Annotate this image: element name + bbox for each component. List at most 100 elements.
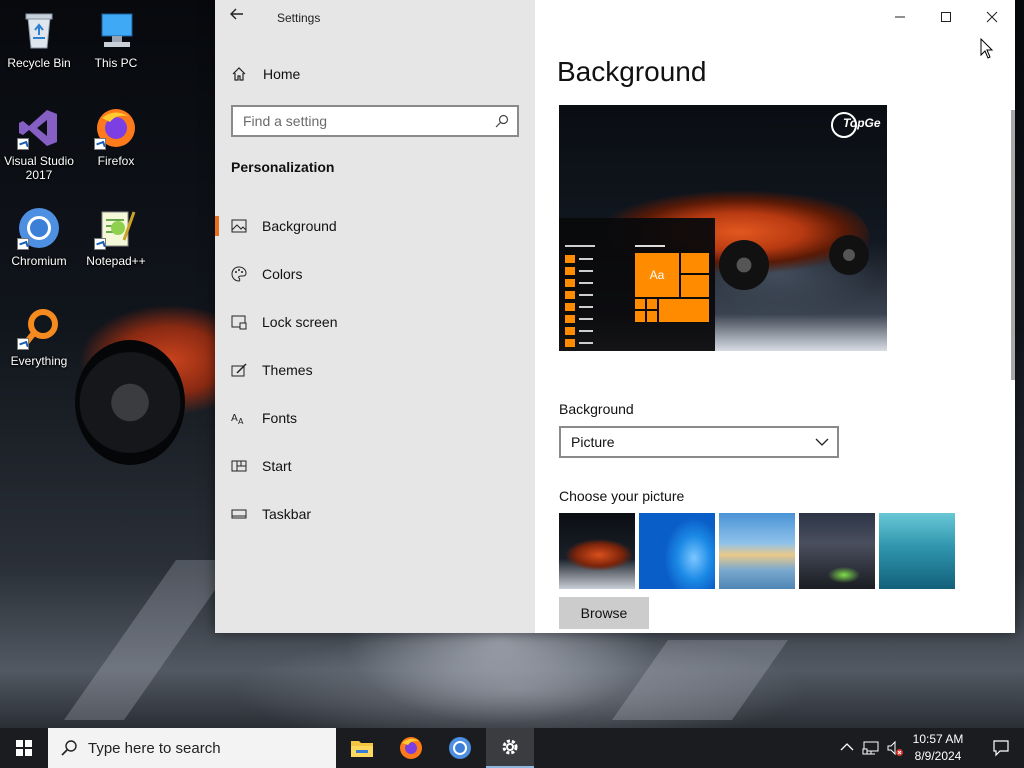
preview-tile: Aa [635, 253, 679, 297]
desktop-icon-label: Everything [10, 354, 68, 368]
desktop-icon-recycle-bin[interactable]: Recycle Bin [0, 8, 78, 70]
preview-wheel [719, 240, 769, 290]
taskbar-search-box[interactable]: Type here to search [48, 728, 336, 768]
taskbar-chromium[interactable] [436, 728, 484, 768]
picture-thumbnail-car[interactable] [559, 513, 635, 589]
dropdown-value: Picture [571, 434, 615, 450]
desktop-icon-label: Recycle Bin [7, 56, 71, 70]
desktop-icon-visual-studio[interactable]: Visual Studio 2017 [0, 106, 78, 182]
taskbar-file-explorer[interactable] [338, 728, 386, 768]
taskbar-clock[interactable]: 10:57 AM 8/9/2024 [906, 731, 970, 765]
nav-home[interactable]: Home [231, 62, 300, 86]
chromium-icon [17, 206, 61, 250]
preview-tile [681, 253, 709, 273]
preview-tile [681, 275, 709, 297]
settings-content-pane: Background TopGe Aa Background Picture C… [535, 0, 1015, 633]
preview-line [579, 306, 593, 308]
picture-thumbnail-windows[interactable] [639, 513, 715, 589]
preview-line [579, 342, 593, 344]
chromium-icon [449, 737, 471, 759]
nav-item-label: Themes [262, 362, 313, 378]
maximize-icon [941, 12, 951, 22]
chevron-down-icon [815, 438, 829, 446]
desktop-icon-everything[interactable]: Everything [0, 306, 78, 368]
nav-item-label: Start [262, 458, 292, 474]
background-type-dropdown[interactable]: Picture [559, 426, 839, 458]
svg-text:A: A [238, 417, 244, 426]
taskbar-search-placeholder: Type here to search [88, 739, 221, 757]
desktop-icon-chromium[interactable]: Chromium [0, 206, 78, 268]
choose-picture-label: Choose your picture [559, 488, 685, 504]
lock-screen-icon [231, 315, 247, 330]
back-button[interactable] [229, 6, 251, 28]
nav-item-lock-screen[interactable]: Lock screen [215, 302, 535, 342]
shortcut-arrow-icon [17, 138, 29, 150]
close-icon [986, 11, 998, 23]
preview-bar [565, 279, 575, 287]
preview-topline [635, 245, 665, 247]
taskbar-firefox[interactable] [387, 728, 435, 768]
nav-item-colors[interactable]: Colors [215, 254, 535, 294]
taskbar-settings[interactable] [486, 728, 534, 768]
preview-bar [565, 255, 575, 263]
preview-bar [565, 291, 575, 299]
action-center-button[interactable] [978, 728, 1024, 768]
background-icon [231, 219, 247, 233]
this-pc-icon [94, 8, 138, 52]
chevron-up-icon[interactable] [838, 739, 856, 757]
nav-item-label: Lock screen [262, 314, 338, 330]
search-icon [495, 114, 509, 128]
minimize-icon [895, 16, 905, 18]
desktop-icon-this-pc[interactable]: This PC [77, 8, 155, 70]
volume-muted-icon[interactable] [886, 739, 904, 757]
browse-button[interactable]: Browse [559, 597, 649, 629]
find-setting-search[interactable] [231, 105, 519, 137]
picture-thumbnail-beach[interactable] [719, 513, 795, 589]
settings-nav-pane: Settings Home Personalization Background… [215, 0, 535, 633]
desktop-icon-label: This PC [94, 56, 138, 70]
nav-item-start[interactable]: Start [215, 446, 535, 486]
mouse-cursor-icon [980, 38, 994, 59]
nav-item-taskbar[interactable]: Taskbar [215, 494, 535, 534]
background-preview: TopGe Aa [559, 105, 887, 351]
desktop-icon-firefox[interactable]: Firefox [77, 106, 155, 168]
find-setting-input[interactable] [233, 107, 483, 135]
desktop-icon-label: Notepad++ [86, 254, 146, 268]
picture-thumbnail-underwater[interactable] [879, 513, 955, 589]
themes-icon [231, 363, 247, 377]
nav-section-title: Personalization [231, 159, 335, 175]
shortcut-arrow-icon [94, 138, 106, 150]
content-scrollbar[interactable] [1011, 110, 1015, 380]
maximize-button[interactable] [923, 0, 969, 34]
preview-bar [565, 267, 575, 275]
shortcut-arrow-icon [94, 238, 106, 250]
preview-logo-text: TopGe [843, 116, 881, 130]
desktop-icon-label: Visual Studio 2017 [4, 154, 74, 182]
picture-thumbnail-night-sky[interactable] [799, 513, 875, 589]
preview-bar [565, 315, 575, 323]
preview-tile [647, 311, 657, 322]
clock-time: 10:57 AM [912, 732, 964, 746]
nav-item-themes[interactable]: Themes [215, 350, 535, 390]
nav-item-label: Colors [262, 266, 303, 282]
desktop-icon-label: Firefox [97, 154, 135, 168]
start-button[interactable] [0, 728, 48, 768]
preview-line [565, 245, 595, 247]
gear-icon [502, 739, 518, 755]
network-icon[interactable] [862, 739, 880, 757]
wallpaper-stripe [611, 640, 789, 720]
nav-item-background[interactable]: Background [215, 206, 535, 246]
back-arrow-icon [230, 8, 243, 20]
visual-studio-icon [17, 106, 61, 150]
wallpaper-wheel [75, 340, 185, 465]
preview-line [579, 270, 593, 272]
close-button[interactable] [969, 0, 1015, 34]
clock-date: 8/9/2024 [914, 749, 962, 763]
desktop-icon-notepadpp[interactable]: Notepad++ [77, 206, 155, 268]
wallpaper-stripe [63, 560, 237, 720]
preview-tile [647, 299, 657, 309]
nav-item-fonts[interactable]: AA Fonts [215, 398, 535, 438]
minimize-button[interactable] [877, 0, 923, 34]
window-title: Settings [277, 11, 321, 25]
svg-text:A: A [231, 413, 238, 424]
